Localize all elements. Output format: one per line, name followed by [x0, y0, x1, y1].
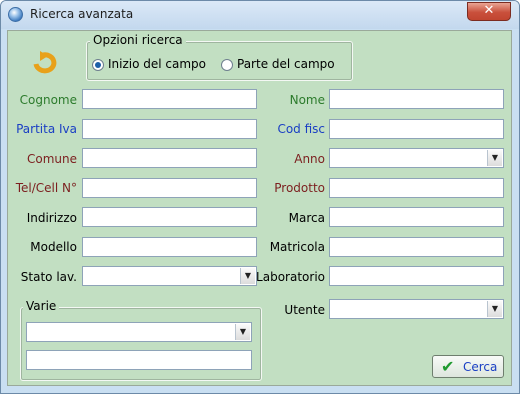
varie-select[interactable]: ▼ — [26, 322, 252, 342]
cerca-button-label: Cerca — [463, 360, 498, 374]
radio-part-of-field[interactable] — [221, 59, 233, 71]
label-prodotto: Prodotto — [274, 181, 325, 195]
label-nome: Nome — [289, 93, 325, 107]
utente-select[interactable]: ▼ — [329, 299, 504, 319]
dropdown-arrow-icon[interactable]: ▼ — [487, 301, 502, 317]
options-group-title: Opzioni ricerca — [90, 33, 186, 47]
indirizzo-input[interactable] — [82, 207, 257, 227]
comune-input[interactable] — [82, 148, 257, 168]
label-modello: Modello — [30, 240, 77, 254]
refresh-arrow-icon[interactable] — [32, 51, 60, 75]
nome-input[interactable] — [329, 89, 504, 109]
partita-iva-input[interactable] — [82, 119, 257, 139]
window-title: Ricerca avanzata — [30, 7, 134, 21]
matricola-input[interactable] — [329, 237, 504, 257]
dropdown-arrow-icon[interactable]: ▼ — [487, 150, 502, 166]
cod-fisc-input[interactable] — [329, 119, 504, 139]
cognome-input[interactable] — [82, 89, 257, 109]
window-globe-icon — [8, 7, 23, 22]
label-utente: Utente — [284, 303, 325, 317]
modello-input[interactable] — [82, 237, 257, 257]
close-button[interactable]: ✕ — [467, 2, 511, 21]
dialog-body: Opzioni ricerca Inizio del campo Parte d… — [7, 30, 512, 386]
varie-group-title: Varie — [23, 299, 60, 313]
label-laboratorio: Laboratorio — [256, 270, 325, 284]
radio-start-of-field[interactable] — [92, 59, 104, 71]
label-marca: Marca — [288, 211, 325, 225]
anno-select[interactable]: ▼ — [329, 148, 504, 168]
label-matricola: Matricola — [269, 240, 325, 254]
tel-input[interactable] — [82, 178, 257, 198]
varie-input[interactable] — [26, 350, 252, 370]
dropdown-arrow-icon[interactable]: ▼ — [235, 324, 250, 340]
cerca-button[interactable]: ✔ Cerca — [432, 355, 504, 378]
stato-lav-select[interactable]: ▼ — [82, 266, 257, 286]
label-indirizzo: Indirizzo — [26, 211, 77, 225]
marca-input[interactable] — [329, 207, 504, 227]
checkmark-icon: ✔ — [441, 357, 455, 376]
radio-start-label[interactable]: Inizio del campo — [108, 57, 206, 71]
label-cognome: Cognome — [19, 93, 77, 107]
dropdown-arrow-icon[interactable]: ▼ — [240, 268, 255, 284]
laboratorio-input[interactable] — [329, 266, 504, 286]
label-cod-fisc: Cod fisc — [277, 122, 325, 136]
label-tel: Tel/Cell N° — [15, 181, 77, 195]
label-comune: Comune — [26, 152, 77, 166]
label-stato-lav: Stato lav. — [20, 270, 77, 284]
search-dialog-window: Ricerca avanzata ✕ Opzioni ricerca Inizi… — [0, 0, 520, 394]
label-anno: Anno — [294, 152, 325, 166]
label-partita-iva: Partita Iva — [16, 122, 77, 136]
title-bar[interactable]: Ricerca avanzata ✕ — [1, 1, 519, 29]
radio-part-label[interactable]: Parte del campo — [237, 57, 335, 71]
prodotto-input[interactable] — [329, 178, 504, 198]
